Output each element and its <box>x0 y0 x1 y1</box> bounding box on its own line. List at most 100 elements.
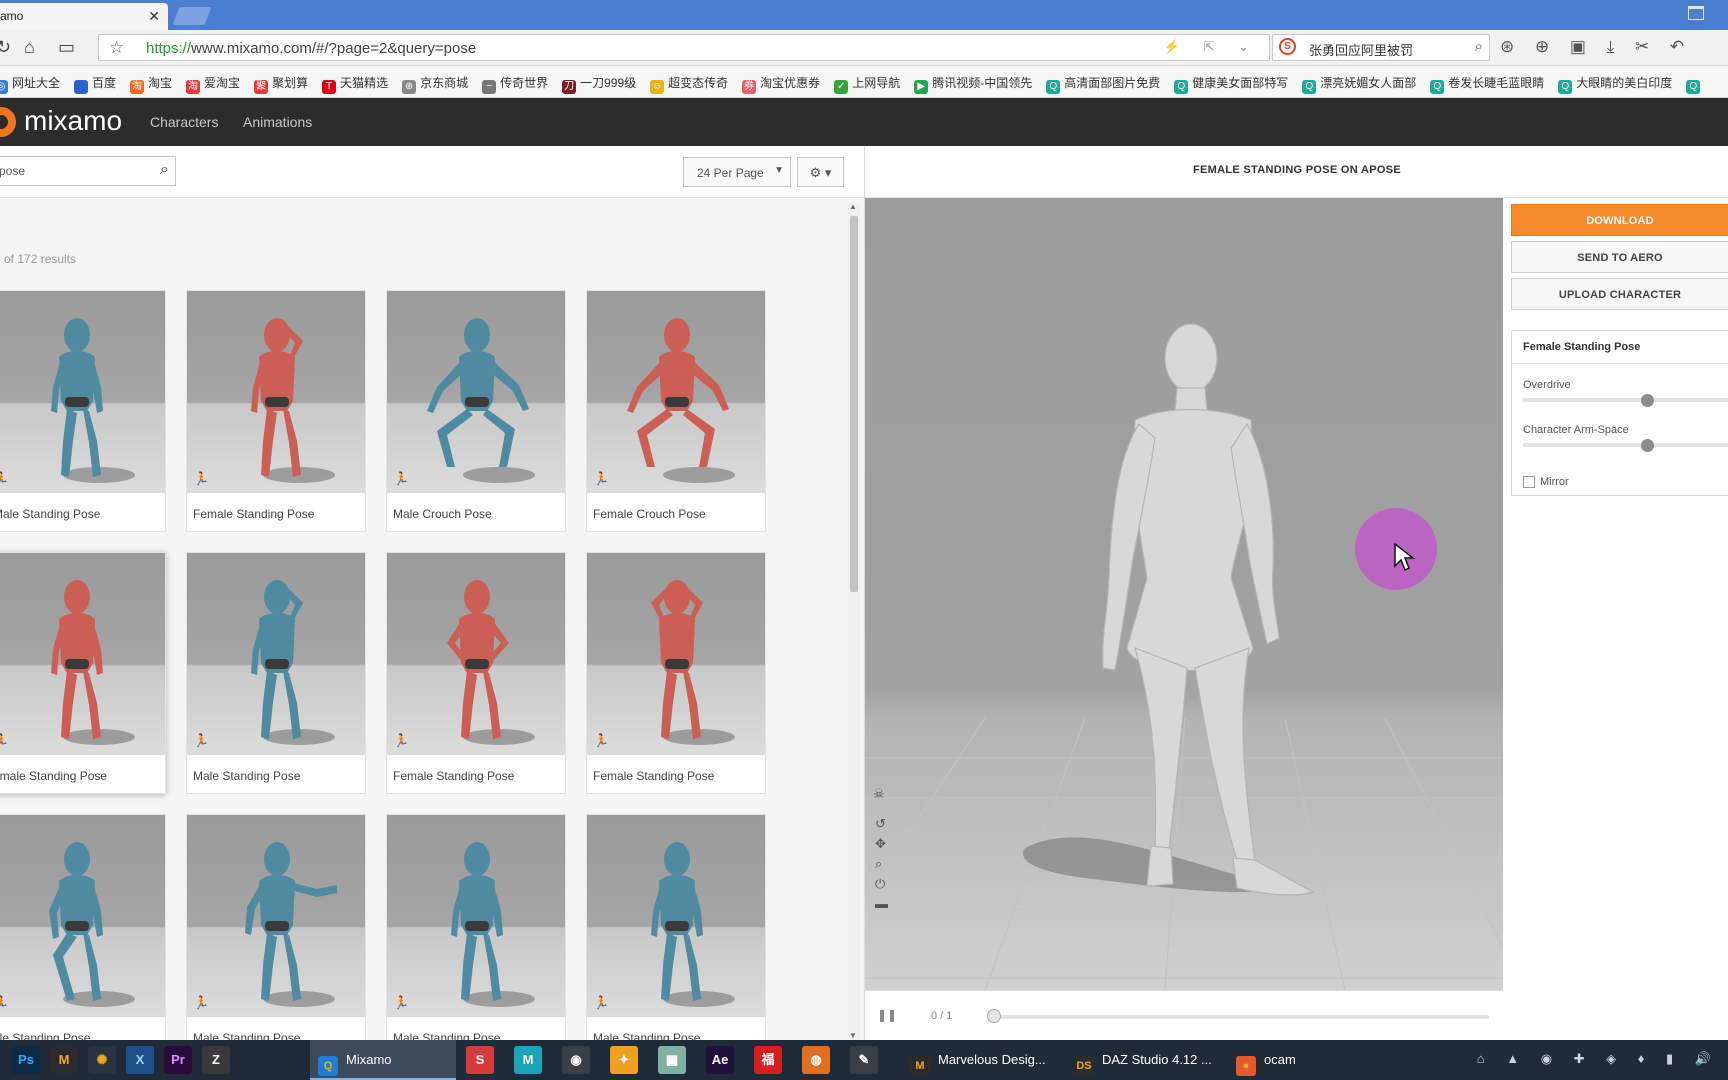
taskbar-pinned-icon[interactable]: ✺ <box>88 1046 116 1074</box>
pause-icon[interactable]: ❚❚ <box>877 1008 897 1022</box>
animation-thumbnail[interactable]: 🏃 <box>387 291 565 493</box>
bookmark-item[interactable]: Q 大眼睛的美白印度 <box>1558 74 1672 94</box>
animation-thumbnail[interactable]: 🏃 <box>587 553 765 755</box>
animation-card[interactable]: 🏃 Male Standing Pose <box>586 814 766 1056</box>
taskbar-pinned-icon[interactable]: ◉ <box>562 1046 590 1074</box>
timeline-scrubber[interactable] <box>987 1009 1001 1023</box>
taskbar-pinned-icon[interactable]: S <box>466 1046 494 1074</box>
animation-card[interactable]: 🏃 Male Standing Pose <box>0 290 166 532</box>
browser-search-text[interactable]: 张勇回应阿里被罚 <box>1309 40 1413 59</box>
new-tab-button[interactable] <box>172 7 212 25</box>
animation-thumbnail[interactable]: 🏃 <box>587 815 765 1017</box>
bookmark-item[interactable]: Q 漂亮妩媚女人面部 <box>1302 74 1416 94</box>
animation-card[interactable]: 🏃 Female Standing Pose <box>386 552 566 794</box>
animation-thumbnail[interactable]: 🏃 <box>187 815 365 1017</box>
overdrive-slider[interactable] <box>1523 398 1728 402</box>
camera-icon[interactable]: ▬ <box>875 896 888 911</box>
search-icon[interactable]: ⌕ <box>160 161 169 179</box>
zoom-icon[interactable]: ⌕ <box>875 856 882 871</box>
mixamo-logo-icon[interactable] <box>0 107 16 137</box>
bookmark-item[interactable]: 🐾 百度 <box>74 74 116 94</box>
bookmark-item[interactable]: Q 高清面部图片免费 <box>1046 74 1160 94</box>
animation-card[interactable]: 🏃 ale Standing Pose <box>0 814 166 1056</box>
taskbar-pinned-icon[interactable]: Ps <box>12 1046 40 1074</box>
animation-thumbnail[interactable]: 🏃 <box>187 291 365 493</box>
taskbar-pinned-icon[interactable]: M <box>50 1046 78 1074</box>
nav-animations[interactable]: Animations <box>243 114 312 130</box>
send-to-aero-button[interactable]: SEND TO AERO <box>1511 241 1728 273</box>
animation-thumbnail[interactable]: 🏃 <box>0 291 165 493</box>
arm-space-slider[interactable] <box>1523 443 1728 447</box>
taskbar-pinned-icon[interactable]: ▦ <box>658 1046 686 1074</box>
viewport-toolbar[interactable]: ☠ ↺ ✥ ⌕ ⏻ ▬ <box>873 786 888 911</box>
taskbar-app-button[interactable]: ● ocam <box>1228 1040 1308 1080</box>
animation-thumbnail[interactable]: 🏃 <box>387 815 565 1017</box>
search-icon[interactable]: ⌕ <box>1475 38 1483 55</box>
bookmark-item[interactable]: 券淘宝优惠券 <box>742 74 820 94</box>
bookmark-item[interactable]: ⊕ 京东商城 <box>402 74 468 94</box>
browser-search-box[interactable]: S 张勇回应阿里被罚 ⌕ <box>1272 34 1490 61</box>
search-input-value[interactable]: pose <box>0 164 25 178</box>
taskbar-app-button[interactable]: M Marvelous Desig... <box>902 1040 1052 1080</box>
taskbar-app-button[interactable]: DS DAZ Studio 4.12 ... <box>1066 1040 1216 1080</box>
reader-icon[interactable]: ▭ <box>58 37 75 58</box>
taskbar-pinned-icon[interactable]: 福 <box>754 1046 782 1074</box>
bookmark-item[interactable]: Q <box>1686 76 1704 94</box>
bookmark-item[interactable]: 聚聚划算 <box>254 74 308 94</box>
upload-character-button[interactable]: UPLOAD CHARACTER <box>1511 278 1728 310</box>
bookmark-item[interactable]: T 天猫精选 <box>322 74 388 94</box>
refresh-icon[interactable]: ↻ <box>0 37 11 58</box>
window-mode-icon[interactable] <box>1688 6 1704 20</box>
mixamo-logo[interactable]: mixamo <box>24 105 122 137</box>
bookmark-item[interactable]: 刀一刀999级 <box>562 74 636 94</box>
taskbar-pinned-icon[interactable]: ✦ <box>610 1046 638 1074</box>
per-page-select[interactable]: 24 Per Page ▼ <box>683 157 791 187</box>
animation-card[interactable]: 🏃 Male Standing Pose <box>186 814 366 1056</box>
bookmark-item[interactable]: ~ 传奇世界 <box>482 74 548 94</box>
taskbar-pinned-icon[interactable]: X <box>126 1046 154 1074</box>
taskbar-pinned-icon[interactable]: Ae <box>706 1046 734 1074</box>
bookmark-item[interactable]: ◎ 网址大全 <box>0 74 60 94</box>
animation-card[interactable]: 🏃 Male Crouch Pose <box>386 290 566 532</box>
bookmark-item[interactable]: ✓ 上网导航 <box>834 74 900 94</box>
bookmark-item[interactable]: Q 卷发长睫毛蓝眼睛 <box>1430 74 1544 94</box>
animation-card[interactable]: 🏃 Female Standing Pose <box>586 552 766 794</box>
animation-card[interactable]: 🏃 Female Crouch Pose <box>586 290 766 532</box>
search-input[interactable]: pose ⌕ <box>0 156 176 186</box>
scrollbar-thumb[interactable] <box>850 216 858 592</box>
address-bar[interactable]: ☆ https://www.mixamo.com/#/?page=2&query… <box>98 34 1270 61</box>
animation-card[interactable]: 🏃 Male Standing Pose <box>186 552 366 794</box>
animation-card[interactable]: 🏃 emale Standing Pose <box>0 552 166 794</box>
results-scrollbar[interactable]: ▲ ▼ <box>848 202 860 1040</box>
power-icon[interactable]: ⏻ <box>875 876 885 891</box>
home-icon[interactable]: ⌂ <box>24 37 35 58</box>
taskbar-pinned-icon[interactable]: Pr <box>164 1046 192 1074</box>
bookmark-item[interactable]: ▶ 腾讯视频-中国领先 <box>914 74 1032 94</box>
animation-thumbnail[interactable]: 🏃 <box>587 291 765 493</box>
search-engine-icon[interactable]: S <box>1279 38 1296 55</box>
3d-viewport[interactable]: ☠ ↺ ✥ ⌕ ⏻ ▬ <box>865 198 1503 990</box>
timeline-track[interactable] <box>989 1015 1489 1019</box>
nav-characters[interactable]: Characters <box>150 114 218 130</box>
address-bar-tools-icon[interactable]: ⚡ ⇱ ⌄ <box>1164 39 1259 55</box>
animation-thumbnail[interactable]: 🏃 <box>387 553 565 755</box>
bookmark-star-icon[interactable]: ☆ <box>109 38 124 58</box>
browser-tab[interactable]: amo ✕ <box>0 3 168 30</box>
settings-menu-button[interactable]: ⚙ ▾ <box>797 157 844 187</box>
taskbar-app-button[interactable]: Q Mixamo <box>310 1040 456 1080</box>
download-button[interactable]: DOWNLOAD <box>1511 204 1728 236</box>
scroll-down-icon[interactable]: ▼ <box>849 1031 857 1040</box>
url-text[interactable]: https://www.mixamo.com/#/?page=2&query=p… <box>146 40 476 57</box>
close-tab-icon[interactable]: ✕ <box>148 8 160 25</box>
skeleton-icon[interactable]: ☠ <box>873 786 885 801</box>
taskbar-pinned-icon[interactable]: ✎ <box>850 1046 878 1074</box>
pan-icon[interactable]: ✥ <box>875 836 886 851</box>
reset-view-icon[interactable]: ↺ <box>875 816 886 831</box>
animation-card[interactable]: 🏃 Female Standing Pose <box>186 290 366 532</box>
animation-thumbnail[interactable]: 🏃 <box>187 553 365 755</box>
taskbar-pinned-icon[interactable]: ◍ <box>802 1046 830 1074</box>
bookmark-item[interactable]: ☺ 超变态传奇 <box>650 74 728 94</box>
browser-toolbar-icons[interactable]: ⊛ ⊕ ▣ ⤓ ✂ ↶ <box>1500 37 1692 57</box>
animation-card[interactable]: 🏃 Male Standing Pose <box>386 814 566 1056</box>
bookmark-item[interactable]: Q 健康美女面部特写 <box>1174 74 1288 94</box>
